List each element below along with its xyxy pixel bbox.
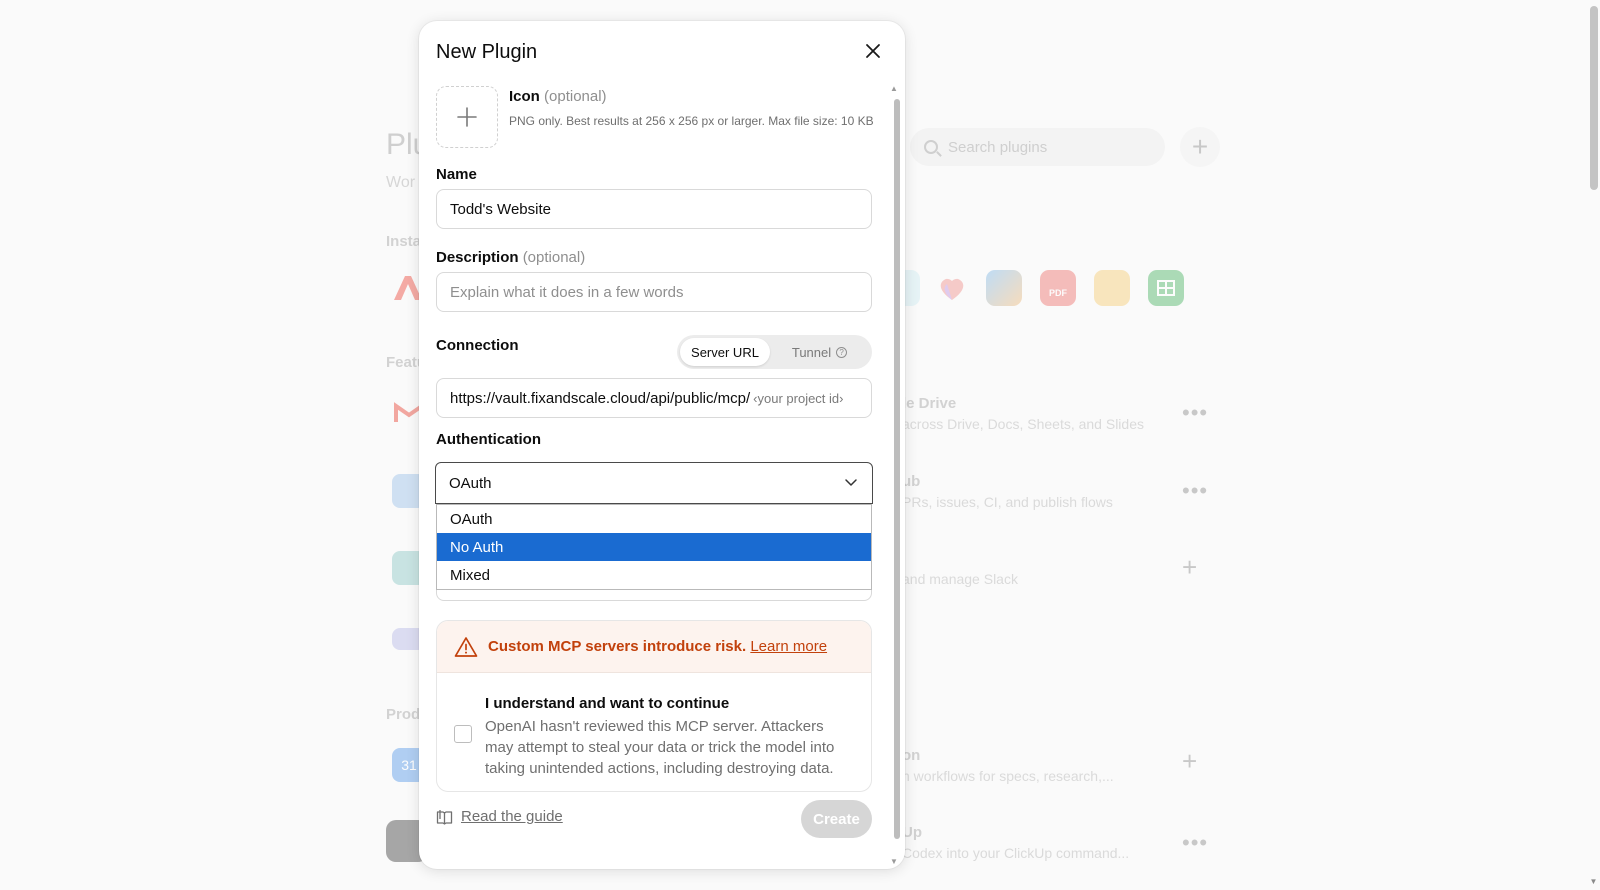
authentication-select[interactable]: OAuth [435,462,873,504]
row-desc: across Drive, Docs, Sheets, and Slides [902,416,1144,432]
row-title: le Drive [902,395,957,412]
add-icon[interactable]: + [1182,746,1197,777]
design-app-icon[interactable] [986,270,1022,306]
section-installed-label: Insta [386,233,422,250]
book-icon [436,809,453,825]
close-button[interactable] [861,39,885,63]
page-scrollbar[interactable] [1590,6,1598,190]
risk-warning-text: Custom MCP servers introduce risk. Learn… [488,638,827,655]
acknowledge-description: OpenAI hasn't reviewed this MCP server. … [485,718,835,777]
row-desc: PRs, issues, CI, and publish flows [902,494,1113,510]
more-icon[interactable]: ••• [1182,480,1208,502]
acknowledge-title: I understand and want to continue [485,695,730,712]
scroll-down-arrow-icon[interactable]: ▼ [890,857,898,866]
heart-app-icon[interactable] [934,270,970,306]
add-icon[interactable]: + [1182,552,1197,583]
search-icon [924,140,938,154]
row-desc: n workflows for specs, research,... [902,768,1114,784]
icon-label-text: Icon [509,88,540,105]
search-placeholder: Search plugins [948,138,1048,156]
auth-option-oauth[interactable]: OAuth [437,505,871,533]
more-icon[interactable]: ••• [1182,402,1208,424]
server-url-option[interactable]: Server URL [680,338,770,366]
acknowledgement: I understand and want to continue OpenAI… [437,673,871,791]
svg-text:PDF: PDF [1049,288,1068,298]
url-prefix: https://vault.fixandscale.cloud/api/publ… [450,389,751,407]
new-plugin-dialog: New Plugin ▲ ▼ Icon (optional) PNG only.… [419,21,905,869]
search-plugins-input[interactable]: Search plugins [910,128,1165,166]
icon-upload-button[interactable] [436,86,498,148]
authentication-value: OAuth [449,474,492,492]
page-subtitle: Wor [386,174,416,191]
risk-message: Custom MCP servers introduce risk. [488,638,747,655]
connection-toggle: Server URL Tunnel ? [677,335,872,369]
row-desc: Codex into your ClickUp command... [902,845,1130,861]
dialog-scrollbar[interactable] [894,99,900,839]
tunnel-label: Tunnel [791,344,832,360]
connection-label: Connection [436,337,519,354]
more-icon[interactable]: ••• [1182,832,1208,854]
add-plugin-button[interactable]: + [1180,127,1220,167]
icon-field-label: Icon (optional) [509,88,607,105]
authentication-label: Authentication [436,431,541,448]
acknowledge-checkbox[interactable] [454,725,472,743]
optional-hint: (optional) [522,249,586,266]
learn-more-link[interactable]: Learn more [750,638,827,655]
description-input[interactable] [436,272,872,312]
server-url-input[interactable]: https://vault.fixandscale.cloud/api/publ… [436,378,872,418]
authentication-dropdown: OAuth No Auth Mixed [436,504,872,590]
plus-icon [457,107,477,127]
scroll-down-arrow-icon[interactable]: ▼ [1589,877,1598,886]
read-guide-link[interactable]: Read the guide [436,808,563,825]
description-label-text: Description [436,249,519,266]
tunnel-option[interactable]: Tunnel ? [770,338,869,366]
section-productivity-label: Prod [386,706,421,723]
warning-icon [454,636,478,657]
description-label: Description (optional) [436,249,585,266]
info-icon: ? [836,346,848,358]
optional-hint: (optional) [544,88,607,105]
dialog-title: New Plugin [436,41,538,63]
risk-warning-card: Custom MCP servers introduce risk. Learn… [436,620,872,792]
name-input[interactable] [436,189,872,229]
row-title: Up [902,824,922,841]
create-button[interactable]: Create [801,800,872,838]
scroll-up-arrow-icon[interactable]: ▲ [890,84,898,93]
slides-icon[interactable] [1094,270,1130,306]
auth-option-mixed[interactable]: Mixed [437,561,871,589]
chevron-down-icon [845,479,857,486]
pdf-icon[interactable]: PDF [1040,270,1076,306]
row-desc: and manage Slack [902,571,1018,587]
server-url-label: Server URL [691,344,759,360]
close-icon [866,44,880,58]
name-label: Name [436,166,477,183]
read-guide-text: Read the guide [461,808,563,825]
risk-header: Custom MCP servers introduce risk. Learn… [437,621,871,673]
icon-help-text: PNG only. Best results at 256 x 256 px o… [509,114,874,128]
url-suffix-placeholder: ‹your project id› [753,390,844,406]
sheets-icon[interactable] [1148,270,1184,306]
auth-option-no-auth[interactable]: No Auth [437,533,871,561]
